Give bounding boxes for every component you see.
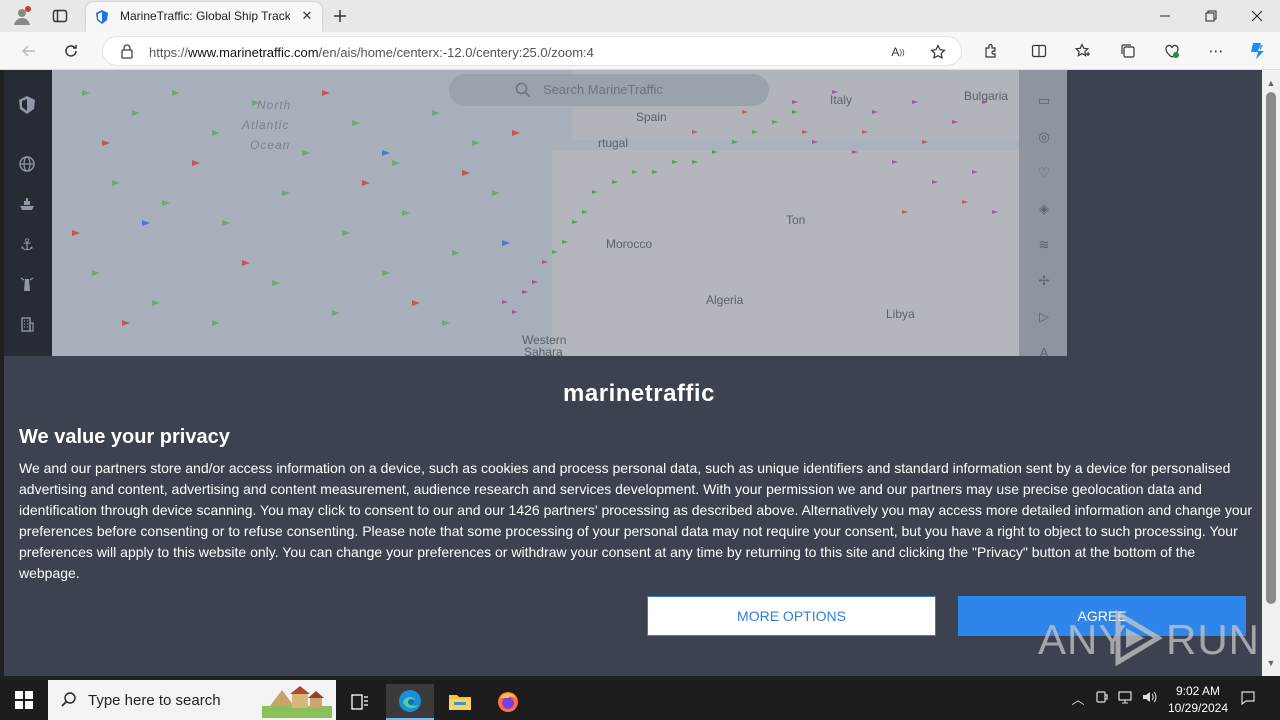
heart-icon[interactable]: ♡ [1033,162,1055,184]
map-label-portugal: rtugal [598,136,629,150]
address-bar[interactable]: https://www.marinetraffic.com/en/ais/hom… [102,36,962,66]
tray-network-icon[interactable] [1116,690,1136,710]
url-path: /en/ais/home/centerx:-12.0/centery:25.0/… [318,45,594,60]
measure-icon[interactable]: ✢ [1033,270,1055,292]
map-label-bulgaria: Bulgaria [964,89,1009,103]
read-aloud-icon[interactable]: A)) [887,41,909,63]
lighthouse-icon[interactable] [16,275,38,297]
clock-date: 10/29/2024 [1167,701,1229,715]
taskbar-search-icon [61,692,76,707]
map-label-sahara: Sahara [524,345,563,356]
tray-volume-icon[interactable] [1140,690,1160,710]
close-tab-icon[interactable]: ✕ [298,7,316,25]
copilot-icon[interactable] [1246,40,1268,62]
more-menu-icon[interactable]: ⋯ [1205,40,1227,62]
vessel-markers-layer[interactable] [52,70,1020,356]
collections-icon[interactable] [1117,40,1139,62]
vessel-icon[interactable] [16,195,38,217]
tab-title: MarineTraffic: Global Ship Trackin [120,9,290,23]
map-label-ocean: Ocean [250,138,291,152]
scroll-down-icon[interactable]: ▼ [1266,658,1276,668]
clock-time: 9:02 AM [1175,684,1221,698]
search-placeholder: Search MarineTraffic [543,82,663,97]
map-search-bar[interactable]: Search MarineTraffic [449,74,769,106]
lock-icon[interactable] [119,43,135,59]
profile-icon[interactable] [10,4,34,28]
tab-actions-icon[interactable] [48,4,72,28]
url-domain: www.marinetraffic.com [188,45,319,60]
new-tab-icon[interactable] [328,4,352,28]
edge-taskbar-icon[interactable] [386,684,434,720]
layers-icon[interactable]: ◈ [1033,198,1055,220]
extensions-icon[interactable] [980,40,1002,62]
map-label-atlantic: Atlantic [242,118,290,132]
tray-chevron-icon[interactable]: ︿ [1068,690,1088,710]
map-label-spain: Spain [636,110,667,124]
map-label-algeria: Algeria [706,293,744,307]
globe-icon[interactable] [16,155,38,177]
page-scrollbar[interactable]: ▲ ▼ [1262,70,1280,676]
taskbar-search-placeholder: Type here to search [88,692,221,709]
favorites-icon[interactable] [1072,40,1094,62]
page-viewport: ⚓ Search MarineTraffic North Atlantic Oc… [4,70,1262,676]
minimize-button[interactable] [1142,0,1188,32]
marinetraffic-logo: marinetraffic [563,380,715,407]
marinetraffic-logo-icon[interactable] [16,94,38,116]
url-prefix: https:// [149,45,189,60]
refresh-icon[interactable] [60,40,82,62]
browser-toolbar: https://www.marinetraffic.com/en/ais/hom… [0,32,1280,70]
favorite-star-icon[interactable] [927,41,949,63]
windows-logo-icon [15,691,33,709]
map-left-nav: ⚓ [4,70,52,356]
marinetraffic-favicon-icon [96,10,108,24]
taskbar-search-box[interactable]: Type here to search [48,680,336,720]
map-label-tunisia: Ton [786,213,806,227]
map-right-toolbar: ▭ ◎ ♡ ◈ ≋ ✢ ▷ A [1019,70,1067,360]
windows-taskbar: Type here to search ︿ 9:02 AM 10/29/2024 [0,680,1280,720]
more-options-button[interactable]: MORE OPTIONS [647,596,936,636]
scroll-up-icon[interactable]: ▲ [1266,78,1276,88]
map-right-dark-area [1068,70,1262,356]
anyrun-watermark: ANY RUN [1038,608,1259,668]
map-label-libya: Libya [886,307,915,321]
notification-center-icon[interactable] [1238,690,1258,710]
restore-button[interactable] [1188,0,1234,32]
anchor-icon[interactable]: ⚓ [16,235,38,257]
building-icon[interactable] [16,315,38,337]
file-explorer-icon[interactable] [436,684,484,720]
map-label-italy: Italy [830,93,853,107]
close-window-button[interactable] [1234,0,1280,32]
split-screen-icon[interactable] [1028,40,1050,62]
tray-network-alert-icon[interactable] [1092,690,1112,710]
search-highlight-illustration-icon [262,686,332,718]
browser-essentials-icon[interactable] [1161,40,1183,62]
url-text[interactable]: https://www.marinetraffic.com/en/ais/hom… [149,45,594,60]
scrollbar-thumb[interactable] [1266,92,1276,604]
watermark-run: RUN [1166,616,1260,663]
browser-titlebar: MarineTraffic: Global Ship Trackin ✕ [0,0,1280,32]
firefox-icon[interactable] [484,684,532,720]
watermark-play-icon [1115,610,1163,666]
task-view-icon[interactable] [336,684,384,720]
back-icon[interactable] [18,40,40,62]
browser-tab-active[interactable]: MarineTraffic: Global Ship Trackin ✕ [86,2,322,32]
taskbar-clock[interactable]: 9:02 AM 10/29/2024 [1160,683,1236,717]
search-icon [515,82,531,98]
map-type-icon[interactable]: ▭ [1033,90,1055,112]
start-button[interactable] [0,680,48,720]
consent-body-text: We and our partners store and/or access … [19,460,1253,581]
play-icon[interactable]: ▷ [1033,306,1055,328]
weather-icon[interactable]: ≋ [1033,234,1055,256]
map-label-morocco: Morocco [606,237,653,251]
map-label-north: North [257,98,292,112]
filters-icon[interactable]: ◎ [1033,126,1055,148]
consent-heading: We value your privacy [19,426,230,448]
ship-map[interactable]: Search MarineTraffic North Atlantic Ocea… [52,70,1020,356]
